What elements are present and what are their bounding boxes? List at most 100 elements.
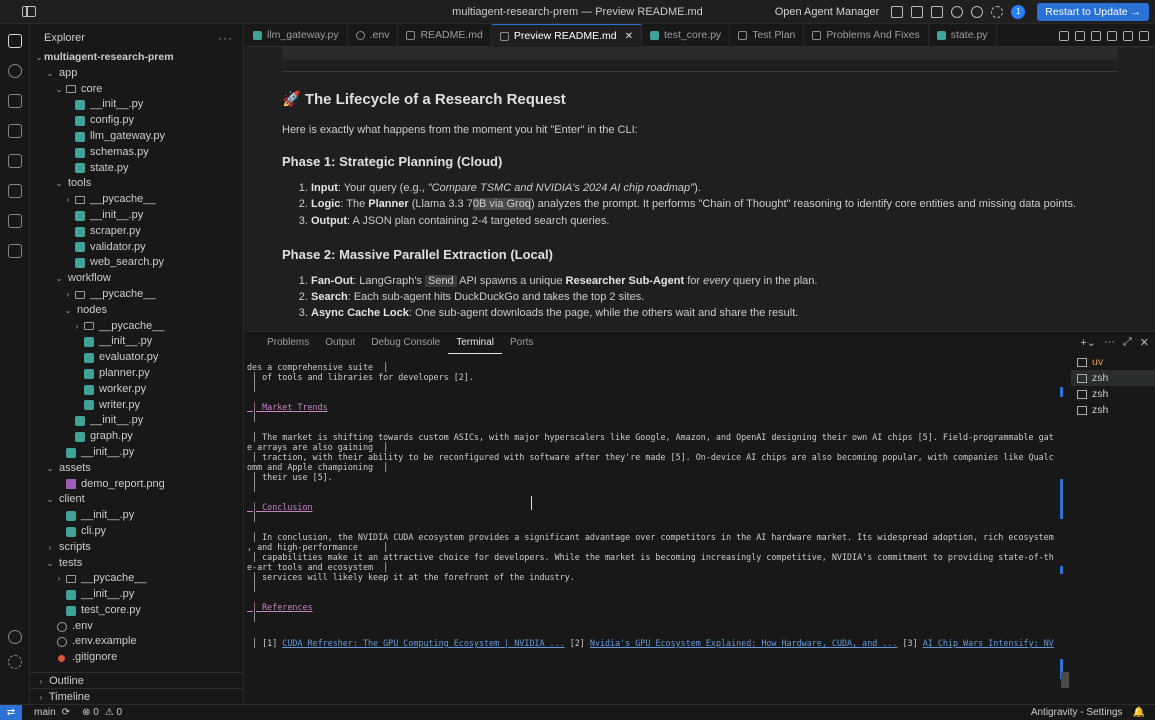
bell-icon[interactable]: 🔔 [1133, 705, 1145, 720]
maximize-panel-icon[interactable]: ⤢ [1123, 336, 1132, 349]
gear-icon[interactable] [991, 6, 1004, 18]
source-control-icon[interactable] [8, 94, 22, 108]
editor-tab[interactable]: test_core.py [642, 24, 731, 47]
tree-folder[interactable]: ⌄ client [30, 492, 244, 508]
tree-file[interactable]: writer.py [30, 398, 244, 414]
sync-icon[interactable]: ⟳ [62, 707, 70, 718]
tree-folder[interactable]: › __pycache__ [30, 319, 244, 335]
panel-tab-problems[interactable]: Problems [259, 332, 317, 354]
run-debug-icon[interactable] [8, 124, 22, 138]
tree-folder[interactable]: › scripts [30, 540, 244, 556]
tree-file[interactable]: __init__.py [30, 445, 244, 461]
terminal-instance[interactable]: zsh [1071, 402, 1155, 418]
tree-file[interactable]: test_core.py [30, 603, 244, 619]
terminal-scrollbar[interactable] [1061, 672, 1069, 688]
tree-folder[interactable]: ⌄ nodes [30, 303, 244, 319]
editor-tab[interactable]: Preview README.md ✕ [491, 24, 642, 48]
close-panel-icon[interactable]: ✕ [1140, 336, 1149, 349]
go-forward-icon[interactable] [1107, 30, 1117, 41]
tree-folder[interactable]: ⌄ workflow [30, 271, 244, 287]
tree-file[interactable]: state.py [30, 161, 244, 177]
close-tab-icon[interactable]: ✕ [625, 25, 633, 48]
reference-link[interactable]: AI Chip Wars Intensify: NV [923, 638, 1054, 648]
panel-tab-output[interactable]: Output [317, 332, 363, 354]
tree-file[interactable]: .env.example [30, 634, 244, 650]
tree-folder[interactable]: ⌄ app [30, 66, 244, 82]
remote-indicator-icon[interactable]: ⇄ [0, 704, 22, 720]
tree-folder[interactable]: ⌄ assets [30, 461, 244, 477]
terminal-output[interactable]: des a comprehensive suite │ │ of tools a… [247, 362, 1059, 705]
new-terminal-icon[interactable]: +⌄ [1080, 336, 1096, 349]
search-icon[interactable] [8, 64, 22, 78]
tree-file[interactable]: .gitignore [30, 650, 244, 666]
more-actions-icon[interactable] [1139, 30, 1149, 41]
containers-icon[interactable] [8, 244, 22, 258]
open-agent-manager-button[interactable]: Open Agent Manager [775, 6, 880, 18]
tree-file[interactable]: __init__.py [30, 413, 244, 429]
timeline-section[interactable]: › Timeline [30, 688, 244, 704]
restart-to-update-button[interactable]: Restart to Update → [1037, 3, 1149, 21]
reference-link[interactable]: Nvidia's GPU Ecosystem Explained: How Ha… [590, 638, 898, 648]
tree-file[interactable]: web_search.py [30, 255, 244, 271]
search-icon[interactable] [951, 6, 964, 18]
tree-folder[interactable]: › __pycache__ [30, 287, 244, 303]
outline-section[interactable]: › Outline [30, 672, 244, 688]
explorer-icon[interactable] [8, 34, 22, 48]
open-source-icon[interactable] [1059, 30, 1069, 41]
panel-tab-terminal[interactable]: Terminal [448, 332, 503, 354]
extensions-icon[interactable] [8, 184, 22, 198]
tree-file[interactable]: worker.py [30, 382, 244, 398]
tree-file[interactable]: cli.py [30, 524, 244, 540]
tree-file[interactable]: .env [30, 619, 244, 635]
testing-flask-icon[interactable] [8, 214, 22, 228]
settings-status[interactable]: Antigravity - Settings [1031, 705, 1123, 720]
layout-secondary-icon[interactable] [931, 6, 944, 18]
editor-tab[interactable]: .env [348, 24, 399, 47]
editor-tab[interactable]: Test Plan [730, 24, 805, 47]
tree-file[interactable]: __init__.py [30, 508, 244, 524]
toggle-sidebar-icon[interactable] [22, 6, 36, 17]
tree-file[interactable]: __init__.py [30, 587, 244, 603]
editor-tab[interactable]: Problems And Fixes [804, 24, 929, 47]
tree-file[interactable]: validator.py [30, 240, 244, 256]
remote-explorer-icon[interactable] [8, 154, 22, 168]
accounts-icon[interactable] [8, 630, 22, 644]
go-back-icon[interactable] [1091, 30, 1101, 41]
panel-tab-debug-console[interactable]: Debug Console [363, 332, 448, 354]
tree-folder[interactable]: › __pycache__ [30, 571, 244, 587]
terminal-instance[interactable]: zsh [1071, 386, 1155, 402]
tree-file[interactable]: __init__.py [30, 208, 244, 224]
tree-folder[interactable]: ⌄ tests [30, 556, 244, 572]
tree-folder[interactable]: ⌄ core [30, 82, 244, 98]
reference-link[interactable]: CUDA Refresher: The GPU Computing Ecosys… [282, 638, 564, 648]
layout-sidebar-icon[interactable] [891, 6, 904, 18]
tree-file[interactable]: demo_report.png [30, 477, 244, 493]
terminal-instance[interactable]: zsh [1071, 370, 1155, 386]
tree-folder[interactable]: ⌄ tools [30, 176, 244, 192]
tree-file[interactable]: scraper.py [30, 224, 244, 240]
tree-file[interactable]: schemas.py [30, 145, 244, 161]
tree-file[interactable]: graph.py [30, 429, 244, 445]
manage-gear-icon[interactable] [8, 655, 22, 669]
more-actions-icon[interactable]: ··· [1104, 336, 1115, 349]
tree-folder[interactable]: ⌄ multiagent-research-prem [30, 50, 244, 66]
tree-folder[interactable]: › __pycache__ [30, 192, 244, 208]
panel-tab-ports[interactable]: Ports [502, 332, 541, 354]
tree-file[interactable]: evaluator.py [30, 350, 244, 366]
split-editor-icon[interactable] [1075, 30, 1085, 41]
editor-tab[interactable]: llm_gateway.py [245, 24, 348, 47]
warnings-count[interactable]: ⚠ 0 [105, 707, 122, 718]
terminal-instance[interactable]: uv [1071, 354, 1155, 370]
more-actions-icon[interactable]: ··· [218, 31, 233, 45]
editor-tab[interactable]: state.py [929, 24, 997, 47]
tree-file[interactable]: planner.py [30, 366, 244, 382]
git-branch[interactable]: main [34, 707, 56, 718]
split-right-icon[interactable] [1123, 30, 1133, 41]
notification-badge[interactable]: 1 [1011, 5, 1026, 19]
layout-panel-icon[interactable] [911, 6, 924, 18]
tree-file[interactable]: __init__.py [30, 97, 244, 113]
tree-file[interactable]: config.py [30, 113, 244, 129]
editor-tab[interactable]: README.md [398, 24, 492, 47]
account-icon[interactable] [971, 6, 984, 18]
tree-file[interactable]: __init__.py [30, 334, 244, 350]
